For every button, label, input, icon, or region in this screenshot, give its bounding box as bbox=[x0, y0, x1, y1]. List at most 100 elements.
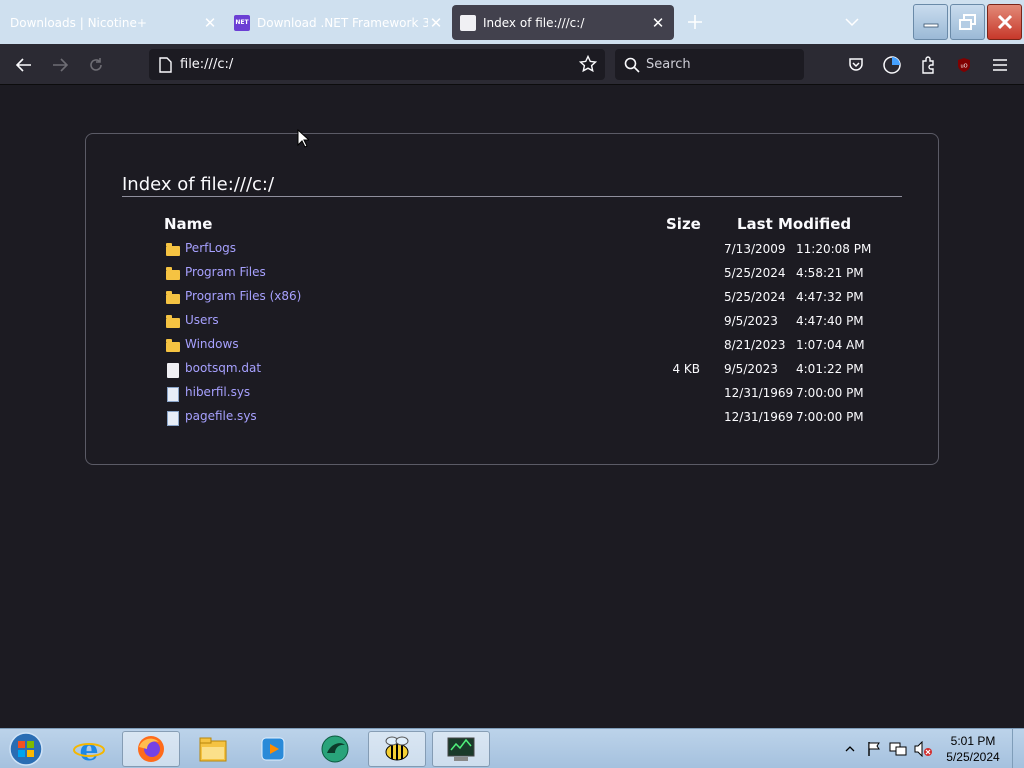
file-date: 9/5/2023 bbox=[724, 362, 778, 376]
file-link[interactable]: bootsqm.dat bbox=[185, 361, 261, 375]
network-tray-button[interactable] bbox=[888, 729, 908, 768]
system-file-icon bbox=[166, 387, 180, 402]
file-link[interactable]: Program Files (x86) bbox=[185, 289, 301, 303]
folder-icon bbox=[166, 291, 180, 305]
tab-label: Download .NET Framework 3.5 bbox=[257, 15, 428, 30]
tab-label: Index of file:///c:/ bbox=[483, 15, 585, 30]
search-icon bbox=[624, 57, 640, 73]
minimize-window-button[interactable] bbox=[913, 4, 948, 40]
tab-label: Downloads | Nicotine+ bbox=[10, 15, 147, 30]
show-hidden-icons-button[interactable] bbox=[842, 729, 858, 768]
windows-taskbar: e 5:01 PM 5/25/2024 bbox=[0, 728, 1024, 768]
file-time: 4:58:21 PM bbox=[796, 266, 864, 280]
file-date: 7/13/2009 bbox=[724, 242, 786, 256]
volume-tray-button[interactable] bbox=[912, 729, 934, 768]
column-header-name[interactable]: Name bbox=[164, 215, 212, 233]
tab-nicotine-downloads[interactable]: Downloads | Nicotine+ ✕ bbox=[0, 5, 226, 40]
column-header-size[interactable]: Size bbox=[666, 215, 701, 233]
title-divider bbox=[122, 196, 902, 197]
app-menu-button[interactable] bbox=[986, 52, 1014, 78]
bookmark-star-icon[interactable] bbox=[579, 55, 597, 73]
file-link[interactable]: Users bbox=[185, 313, 219, 327]
forward-button[interactable] bbox=[46, 52, 74, 78]
speaker-muted-icon bbox=[914, 741, 932, 757]
page-favicon-icon bbox=[460, 14, 476, 31]
close-tab-icon[interactable]: ✕ bbox=[202, 14, 218, 32]
hamburger-menu-icon bbox=[993, 59, 1007, 71]
file-time: 11:20:08 PM bbox=[796, 242, 872, 256]
ublock-origin-button[interactable]: uO bbox=[950, 52, 978, 78]
back-button[interactable] bbox=[10, 52, 38, 78]
new-tab-button[interactable] bbox=[684, 10, 706, 34]
svg-text:uO: uO bbox=[960, 64, 967, 70]
flag-icon bbox=[868, 742, 880, 756]
file-date: 12/31/1969 bbox=[724, 386, 794, 400]
file-link[interactable]: PerfLogs bbox=[185, 241, 236, 255]
bee-app-icon bbox=[385, 736, 409, 761]
ublock-shield-icon: uO bbox=[958, 58, 970, 72]
clock-time: 5:01 PM bbox=[950, 734, 996, 748]
taskbar-bee-app[interactable] bbox=[368, 731, 426, 767]
file-time: 4:47:32 PM bbox=[796, 290, 864, 304]
extensions-button[interactable] bbox=[914, 52, 942, 78]
file-time: 7:00:00 PM bbox=[796, 386, 864, 400]
firefox-icon bbox=[138, 736, 164, 762]
action-center-button[interactable] bbox=[864, 729, 884, 768]
file-date: 5/25/2024 bbox=[724, 290, 786, 304]
list-all-tabs-button[interactable] bbox=[842, 10, 862, 34]
file-link[interactable]: Windows bbox=[185, 337, 239, 351]
taskbar-internet-explorer[interactable]: e bbox=[60, 731, 118, 767]
restore-window-button[interactable] bbox=[950, 4, 985, 40]
network-monitor-icon bbox=[447, 737, 475, 761]
reload-icon bbox=[90, 58, 102, 71]
plus-icon bbox=[688, 15, 702, 29]
taskbar-media-player[interactable] bbox=[244, 731, 302, 767]
folder-icon bbox=[166, 243, 180, 257]
address-bar[interactable]: file:///c:/ bbox=[149, 49, 605, 80]
reload-button[interactable] bbox=[82, 52, 110, 78]
chevron-up-icon bbox=[845, 746, 855, 752]
search-bar[interactable]: Search bbox=[615, 49, 804, 80]
table-row: pagefile.sys 12/31/1969 7:00:00 PM bbox=[164, 407, 884, 431]
close-tab-icon[interactable]: ✕ bbox=[650, 14, 666, 32]
start-button[interactable] bbox=[6, 731, 46, 767]
minimize-icon bbox=[923, 23, 938, 28]
chevron-down-icon bbox=[845, 18, 859, 27]
file-link[interactable]: Program Files bbox=[185, 265, 266, 279]
sync-circle-icon bbox=[883, 56, 901, 74]
table-row: Program Files (x86) 5/25/2024 4:47:32 PM bbox=[164, 287, 884, 311]
file-link[interactable]: hiberfil.sys bbox=[185, 385, 250, 399]
file-time: 7:00:00 PM bbox=[796, 410, 864, 424]
arrow-right-icon bbox=[53, 58, 68, 72]
table-row: hiberfil.sys 12/31/1969 7:00:00 PM bbox=[164, 383, 884, 407]
close-tab-icon[interactable]: ✕ bbox=[428, 14, 444, 32]
column-header-last-modified[interactable]: Last Modified bbox=[737, 215, 851, 233]
restore-icon bbox=[958, 14, 976, 30]
show-desktop-button[interactable] bbox=[1012, 729, 1024, 768]
system-file-icon bbox=[166, 411, 180, 426]
file-size: 4 KB bbox=[672, 362, 700, 376]
table-row: PerfLogs 7/13/2009 11:20:08 PM bbox=[164, 239, 884, 263]
taskbar-firefox[interactable] bbox=[122, 731, 180, 767]
windows-start-orb-icon bbox=[9, 732, 43, 766]
table-row: bootsqm.dat 4 KB 9/5/2023 4:01:22 PM bbox=[164, 359, 884, 383]
page-icon bbox=[159, 56, 172, 73]
file-link[interactable]: pagefile.sys bbox=[185, 409, 257, 423]
media-player-icon bbox=[261, 737, 285, 761]
network-icon bbox=[889, 742, 907, 756]
mouse-cursor-icon bbox=[297, 129, 309, 148]
pocket-button[interactable] bbox=[842, 52, 870, 78]
system-clock[interactable]: 5:01 PM 5/25/2024 bbox=[940, 733, 1006, 765]
taskbar-nicotine[interactable] bbox=[306, 731, 364, 767]
file-explorer-icon bbox=[199, 737, 227, 762]
tab-dotnet-download[interactable]: NET Download .NET Framework 3.5 ✕ bbox=[226, 5, 452, 40]
folder-icon bbox=[166, 339, 180, 353]
firefox-view-button[interactable] bbox=[878, 52, 906, 78]
close-window-button[interactable] bbox=[987, 4, 1022, 40]
table-row: Windows 8/21/2023 1:07:04 AM bbox=[164, 335, 884, 359]
taskbar-network-monitor[interactable] bbox=[432, 731, 490, 767]
file-date: 8/21/2023 bbox=[724, 338, 786, 352]
svg-text:e: e bbox=[79, 733, 98, 765]
taskbar-file-explorer[interactable] bbox=[184, 731, 242, 767]
tab-index-of-c[interactable]: Index of file:///c:/ ✕ bbox=[452, 5, 674, 40]
